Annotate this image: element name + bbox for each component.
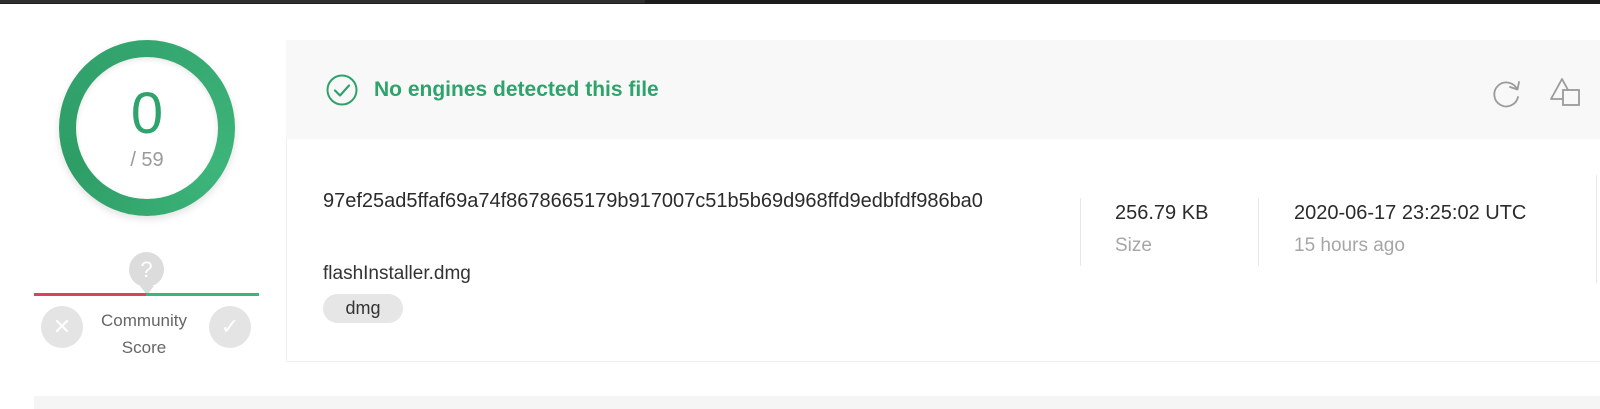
file-type-tag[interactable]: dmg — [323, 294, 403, 323]
detection-score-inner: 0 / 59 — [76, 57, 218, 199]
community-positive-bar — [146, 293, 259, 296]
divider — [1596, 175, 1597, 283]
top-bar-segment — [0, 0, 645, 3]
check-circle-icon — [326, 74, 358, 106]
engine-total: / 59 — [130, 149, 164, 171]
reanalyze-icon[interactable] — [1488, 75, 1524, 111]
file-size-label: Size — [1115, 235, 1152, 256]
detection-header: No engines detected this file — [286, 40, 1600, 139]
analysis-relative-time: 15 hours ago — [1294, 235, 1405, 256]
analysis-date: 2020-06-17 23:25:02 UTC — [1294, 202, 1527, 224]
detection-count: 0 — [130, 81, 164, 146]
detection-status: No engines detected this file — [374, 78, 659, 101]
community-score-bubble: ? — [129, 252, 164, 295]
file-name: flashInstaller.dmg — [323, 263, 471, 284]
community-score-label: Community Score — [101, 311, 187, 357]
divider — [1080, 198, 1081, 266]
divider — [1258, 198, 1259, 266]
file-size: 256.79 KB — [1115, 202, 1209, 224]
detection-score-ring: 0 / 59 — [59, 40, 235, 216]
community-negative-bar — [34, 293, 146, 296]
file-hash[interactable]: 97ef25ad5ffaf69a74f8678665179b917007c51b… — [323, 184, 1043, 218]
upvote-button[interactable]: ✓ — [209, 306, 251, 348]
top-bar — [0, 0, 1600, 4]
file-details: 97ef25ad5ffaf69a74f8678665179b917007c51b… — [286, 139, 1600, 362]
graph-icon[interactable] — [1548, 75, 1584, 111]
downvote-button[interactable]: ✕ — [41, 306, 83, 348]
bottom-section — [34, 396, 1600, 409]
